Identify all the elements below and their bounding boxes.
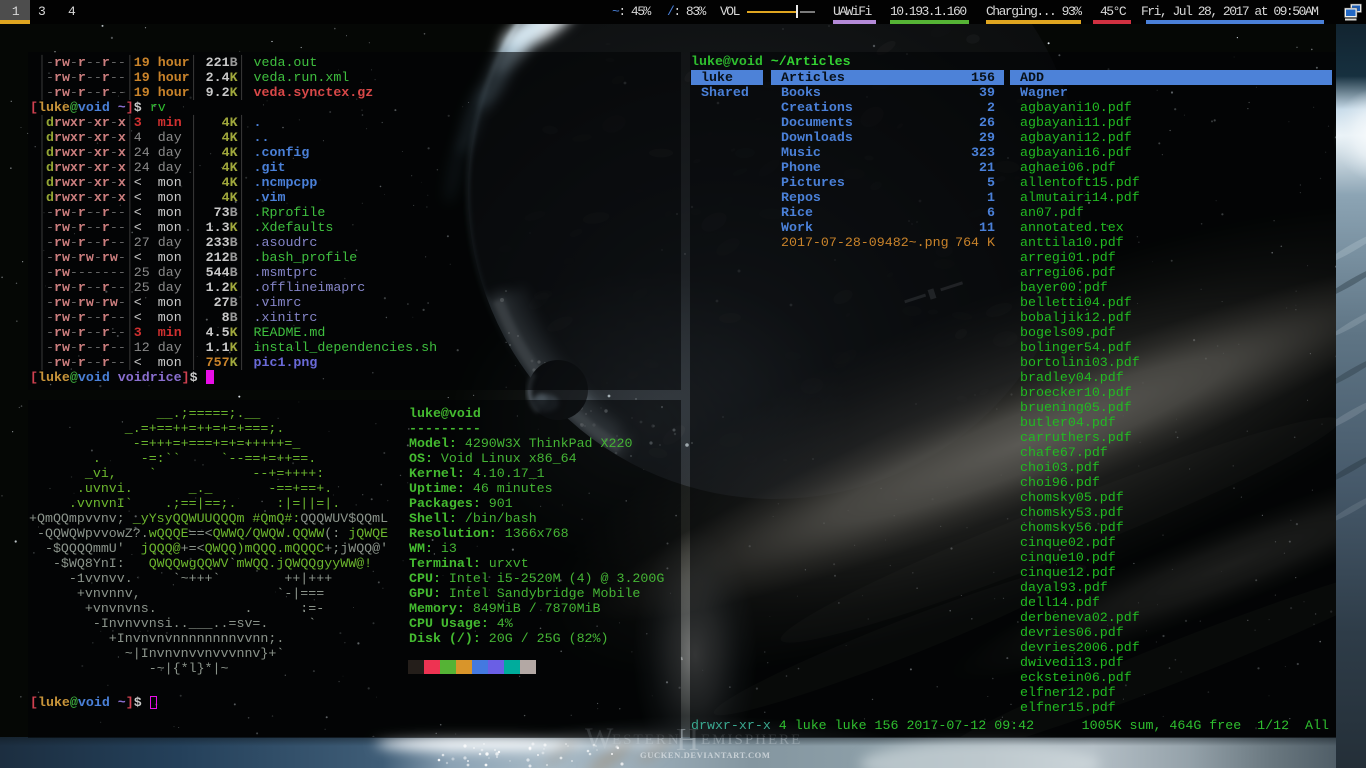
- svg-text:GUCKEN.DEVIANTART.COM: GUCKEN.DEVIANTART.COM: [640, 750, 771, 760]
